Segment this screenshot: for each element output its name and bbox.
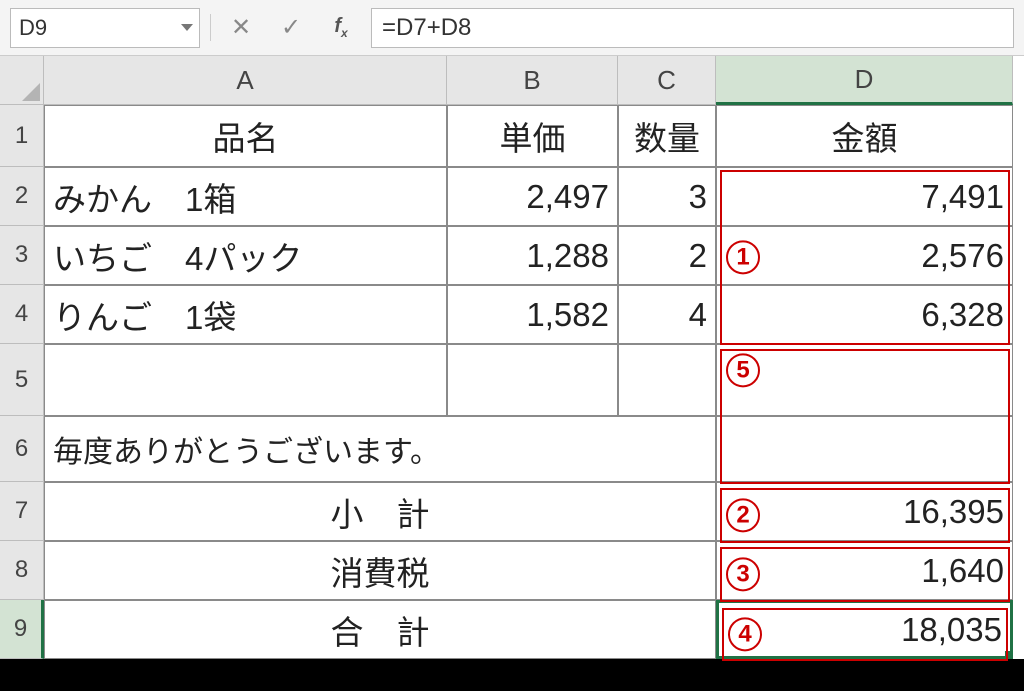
col-header-C[interactable]: C (618, 56, 716, 105)
cell-C2[interactable]: 3 (618, 167, 716, 226)
cell-A9[interactable]: 合 計 (44, 600, 716, 659)
cell-D4[interactable]: 6,328 (716, 285, 1013, 344)
cell-B5[interactable] (447, 344, 618, 416)
col-header-B[interactable]: B (447, 56, 618, 105)
name-box-value: D9 (19, 15, 47, 41)
cell-C4[interactable]: 4 (618, 285, 716, 344)
cell-C1[interactable]: 数量 (618, 105, 716, 167)
cell-A3[interactable]: いちご 4パック (44, 226, 447, 285)
cell-D5[interactable] (716, 344, 1013, 416)
cell-B1[interactable]: 単価 (447, 105, 618, 167)
cell-A8[interactable]: 消費税 (44, 541, 716, 600)
name-box[interactable]: D9 (10, 8, 200, 48)
cell-D6[interactable] (716, 416, 1013, 482)
spreadsheet-grid: A B C D 1 品名 単価 数量 金額 2 みかん 1箱 2,497 3 7… (0, 56, 1024, 659)
cell-A7[interactable]: 小 計 (44, 482, 716, 541)
cell-D8[interactable]: 1,640 (716, 541, 1013, 600)
accept-formula-button[interactable]: ✓ (271, 8, 311, 48)
cell-D9-active[interactable]: 18,035 (716, 600, 1013, 659)
cell-B2[interactable]: 2,497 (447, 167, 618, 226)
cell-C5[interactable] (618, 344, 716, 416)
row-header-2[interactable]: 2 (0, 167, 44, 226)
row-header-5[interactable]: 5 (0, 344, 44, 416)
formula-input[interactable]: =D7+D8 (371, 8, 1014, 48)
formula-text: =D7+D8 (382, 14, 471, 42)
row-header-9[interactable]: 9 (0, 600, 44, 659)
row-header-4[interactable]: 4 (0, 285, 44, 344)
cell-D2[interactable]: 7,491 (716, 167, 1013, 226)
cell-A2[interactable]: みかん 1箱 (44, 167, 447, 226)
row-header-1[interactable]: 1 (0, 105, 44, 167)
cell-C3[interactable]: 2 (618, 226, 716, 285)
cell-B3[interactable]: 1,288 (447, 226, 618, 285)
col-header-D[interactable]: D (716, 56, 1013, 105)
check-icon: ✓ (281, 13, 301, 42)
select-all-corner[interactable] (0, 56, 44, 105)
cancel-formula-button[interactable]: ✕ (221, 8, 261, 48)
row-header-3[interactable]: 3 (0, 226, 44, 285)
formula-bar: D9 ✕ ✓ fx =D7+D8 (0, 0, 1024, 56)
cell-D7[interactable]: 16,395 (716, 482, 1013, 541)
cell-D3[interactable]: 2,576 (716, 226, 1013, 285)
row-header-6[interactable]: 6 (0, 416, 44, 482)
cell-A6[interactable]: 毎度ありがとうございます。 (44, 416, 716, 482)
cell-A5[interactable] (44, 344, 447, 416)
cell-A4[interactable]: りんご 1袋 (44, 285, 447, 344)
fx-icon: fx (334, 15, 347, 40)
cancel-icon: ✕ (231, 13, 251, 42)
cell-A1[interactable]: 品名 (44, 105, 447, 167)
row-header-7[interactable]: 7 (0, 482, 44, 541)
col-header-A[interactable]: A (44, 56, 447, 105)
bottom-bar (0, 659, 1024, 691)
insert-function-button[interactable]: fx (321, 8, 361, 48)
separator (210, 14, 211, 41)
cell-B4[interactable]: 1,582 (447, 285, 618, 344)
name-box-dropdown-icon[interactable] (181, 24, 193, 31)
cell-D1[interactable]: 金額 (716, 105, 1013, 167)
row-header-8[interactable]: 8 (0, 541, 44, 600)
